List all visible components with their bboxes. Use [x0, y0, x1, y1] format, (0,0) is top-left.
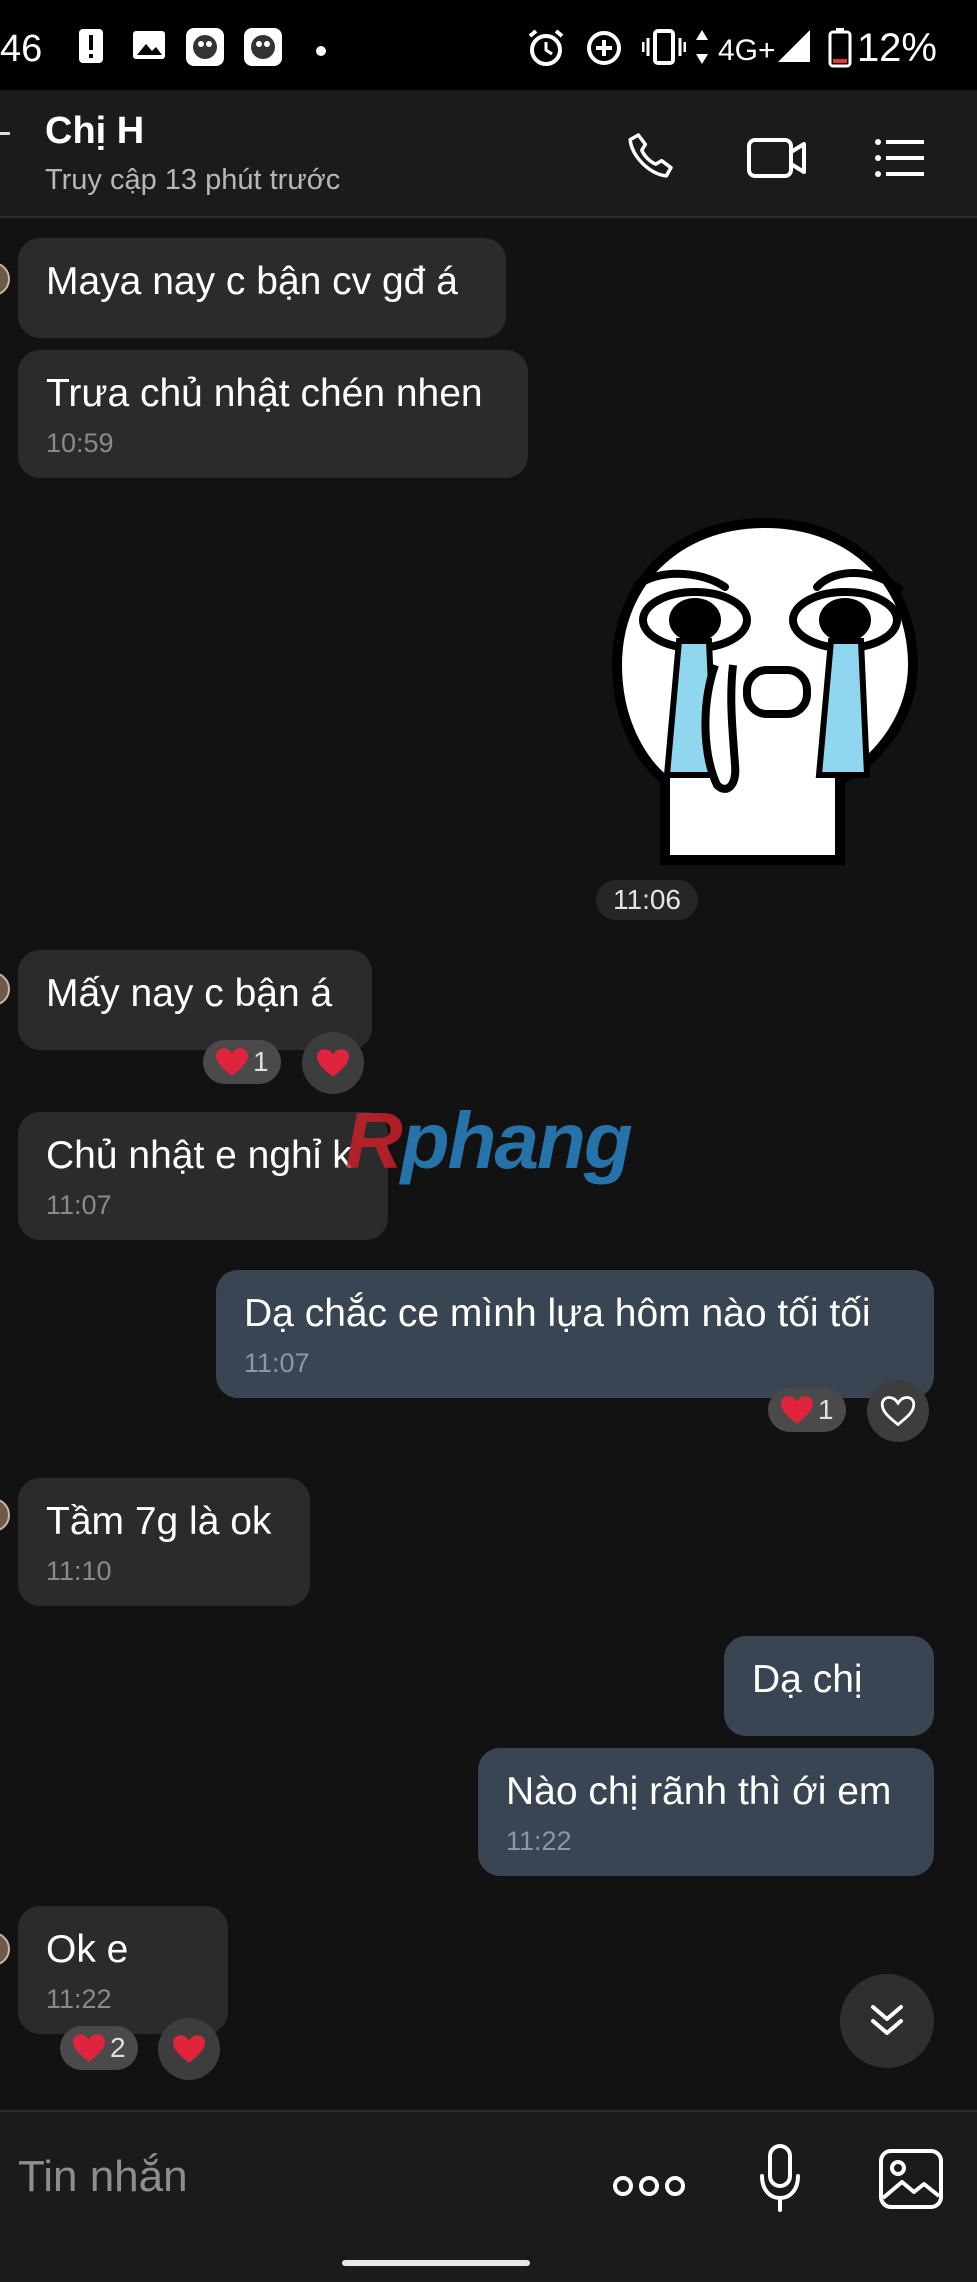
last-seen-status: Truy cập 13 phút trước — [45, 164, 341, 196]
status-bar: 46 4G+ 12% — [0, 0, 977, 90]
message-bubble-outgoing[interactable]: Nào chị rãnh thì ới em 11:22 — [478, 1748, 934, 1876]
more-notifications-icon — [316, 46, 326, 56]
message-composer: Tin nhắn — [0, 2110, 977, 2282]
message-bubble-incoming[interactable]: Maya nay c bận cv gđ á — [18, 238, 506, 338]
signal-icon — [778, 30, 810, 62]
message-text: Trưa chủ nhật chén nhen — [46, 372, 483, 415]
watermark-logo: Rphang — [345, 1096, 633, 1185]
app-notification-icon — [186, 28, 224, 66]
message-text: Chủ nhật e nghỉ k — [46, 1134, 352, 1177]
battery-percent: 12% — [856, 26, 937, 70]
message-bubble-incoming[interactable]: Chủ nhật e nghỉ k 11:07 — [18, 1112, 388, 1240]
reaction-count: 1 — [253, 1046, 269, 1077]
message-bubble-outgoing[interactable]: Dạ chị — [724, 1636, 934, 1736]
video-call-icon[interactable] — [746, 134, 808, 182]
heart-icon — [73, 2034, 105, 2062]
data-saver-icon — [587, 31, 621, 65]
reaction-count: 1 — [818, 1394, 834, 1425]
alarm-icon — [528, 29, 564, 66]
reaction-summary[interactable]: 2 — [60, 2026, 138, 2070]
sticker-time: 11:06 — [596, 880, 698, 920]
react-button[interactable] — [867, 1380, 929, 1442]
message-time: 10:59 — [46, 428, 114, 458]
home-indicator[interactable] — [342, 2260, 530, 2266]
message-bubble-incoming[interactable]: Trưa chủ nhật chén nhen 10:59 — [18, 350, 528, 478]
crying-sticker[interactable] — [605, 515, 925, 865]
message-text: Tầm 7g là ok — [46, 1500, 272, 1543]
double-chevron-down-icon — [871, 2005, 903, 2035]
heart-outline-icon — [880, 1396, 916, 1427]
message-time: 11:10 — [46, 1556, 112, 1586]
message-time: 11:07 — [244, 1348, 310, 1378]
contact-avatar[interactable] — [0, 972, 10, 1006]
status-time: 46 — [0, 28, 43, 70]
message-text: Mấy nay c bận á — [46, 972, 333, 1015]
app-notification-icon — [244, 28, 282, 66]
message-text: Dạ chắc ce mình lựa hôm nào tối tối — [244, 1292, 871, 1335]
reaction-count: 2 — [110, 2032, 126, 2063]
data-activity-icon — [696, 30, 708, 64]
microphone-icon[interactable] — [758, 2144, 802, 2214]
back-arrow-icon[interactable] — [0, 132, 10, 135]
battery-icon — [828, 28, 852, 68]
message-text: Maya nay c bận cv gđ á — [46, 260, 458, 303]
react-button[interactable] — [302, 1032, 364, 1094]
message-bubble-incoming[interactable]: Tầm 7g là ok 11:10 — [18, 1478, 310, 1606]
message-time: 11:22 — [46, 1984, 112, 2014]
contact-avatar[interactable] — [0, 262, 10, 296]
heart-icon — [216, 1048, 248, 1076]
message-time: 11:07 — [46, 1190, 112, 1220]
react-button[interactable] — [158, 2018, 220, 2080]
message-text: Nào chị rãnh thì ới em — [506, 1770, 892, 1813]
contact-avatar[interactable] — [0, 1498, 10, 1532]
menu-icon[interactable] — [874, 136, 926, 180]
alert-icon — [79, 29, 103, 63]
contact-avatar[interactable] — [0, 1932, 10, 1966]
network-type: 4G+ — [718, 34, 776, 67]
message-text: Dạ chị — [752, 1658, 863, 1701]
contact-name[interactable]: Chị H — [45, 110, 144, 153]
scroll-to-bottom-button[interactable] — [840, 1974, 934, 2068]
message-input[interactable]: Tin nhắn — [18, 2152, 188, 2202]
message-time: 11:22 — [506, 1826, 572, 1856]
reaction-summary[interactable]: 1 — [768, 1388, 846, 1432]
more-icon[interactable] — [612, 2174, 686, 2198]
gallery-notification-icon — [133, 31, 165, 59]
message-text: Ok e — [46, 1928, 129, 1971]
chat-header: Chị H Truy cập 13 phút trước — [0, 90, 977, 218]
message-bubble-outgoing[interactable]: Dạ chắc ce mình lựa hôm nào tối tối 11:0… — [216, 1270, 934, 1398]
image-icon[interactable] — [878, 2148, 944, 2210]
phone-icon[interactable] — [622, 128, 678, 184]
vibrate-icon — [642, 29, 686, 65]
reaction-summary[interactable]: 1 — [203, 1040, 281, 1084]
message-bubble-incoming[interactable]: Ok e 11:22 — [18, 1906, 228, 2034]
heart-icon — [781, 1396, 813, 1424]
heart-icon — [173, 2035, 205, 2063]
heart-icon — [317, 1049, 349, 1077]
